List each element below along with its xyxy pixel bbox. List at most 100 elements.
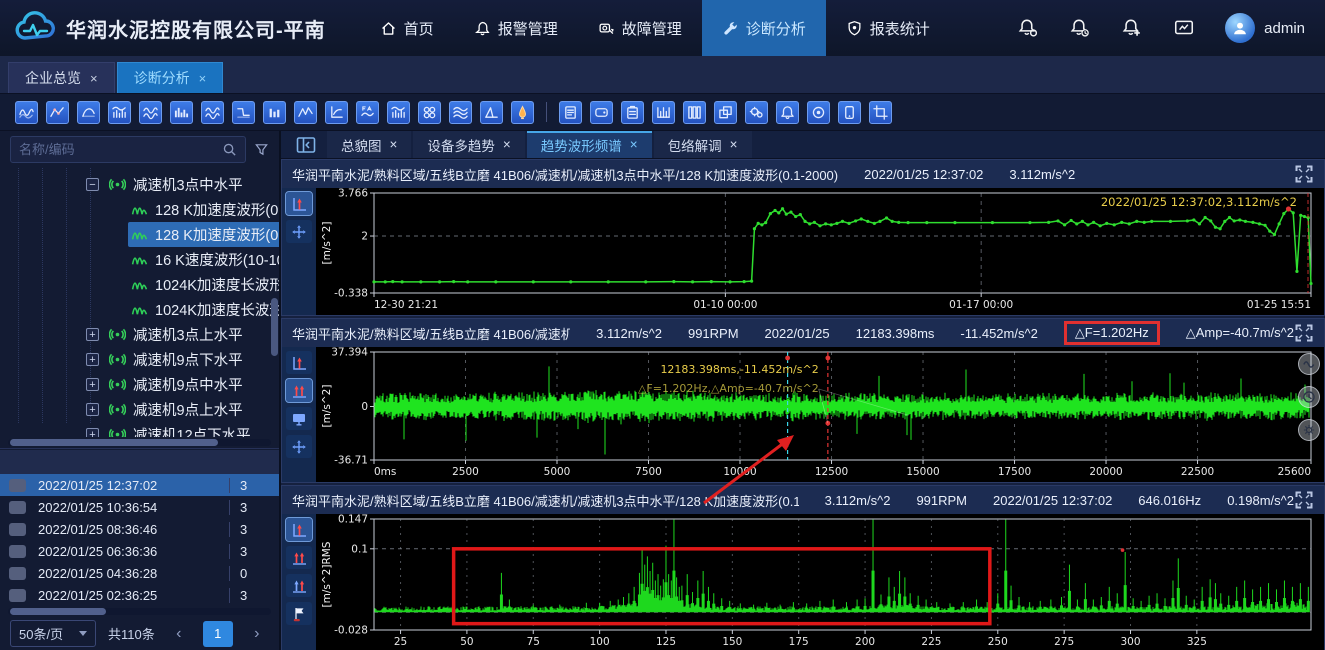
device-tool-icon[interactable] [838,101,861,124]
peak-tool-icon[interactable] [480,101,503,124]
workspace-tab-2[interactable]: 趋势波形频谱× [527,131,652,158]
crop-tool-icon[interactable] [869,101,892,124]
barwave-tool-icon[interactable] [108,101,131,124]
tree-node-5[interactable]: +减速机12点下水平 [0,422,279,437]
page-size-select[interactable]: 50条/页 [10,620,96,647]
doc-tool-icon[interactable] [559,101,582,124]
table-row[interactable]: 2022/01/25 06:36:363 [0,540,279,562]
search-input[interactable] [19,142,216,157]
nav-item-4[interactable]: 报表统计 [826,0,950,56]
nav-item-0[interactable]: 首页 [360,0,454,56]
tree-node-3[interactable]: +减速机9点中水平 [0,372,279,397]
expand-icon[interactable]: + [86,403,99,416]
flag-tool[interactable] [286,602,312,625]
nav-item-2[interactable]: 故障管理 [578,0,702,56]
expand-icon[interactable]: + [86,353,99,366]
layers-tool-icon[interactable] [714,101,737,124]
row-checkbox[interactable] [9,479,26,492]
tree-leaf-0-2[interactable]: 16 K速度波形(10-10 [0,247,279,272]
fawave-tool-icon[interactable] [356,101,379,124]
tree-h-scrollbar[interactable] [8,439,271,446]
move-tool[interactable] [286,220,312,243]
alarm-config-icon[interactable] [1017,17,1039,39]
barwave-tool-icon[interactable] [387,101,410,124]
waves-tool-icon[interactable] [201,101,224,124]
trendpts-tool-icon[interactable] [46,101,69,124]
filter-icon[interactable] [254,142,269,157]
prev-page-button[interactable]: ‹ [167,622,191,646]
fullscreen-icon[interactable] [1294,164,1314,184]
collapse-sidebar-icon[interactable] [296,135,316,155]
row-checkbox[interactable] [9,567,26,580]
tree-node-2[interactable]: +减速机9点下水平 [0,347,279,372]
double-arrow-tool[interactable] [286,379,312,402]
browser-tab-1[interactable]: 诊断分析× [117,62,224,93]
tree-leaf-0-1[interactable]: 128 K加速度波形(0. [0,222,279,247]
zigzag-tool-icon[interactable] [294,101,317,124]
expand-icon[interactable]: + [86,378,99,391]
bars-tool-icon[interactable] [263,101,286,124]
alarm-add-icon[interactable] [1121,17,1143,39]
tree-leaf-0-4[interactable]: 1024K加速度长波形 [0,297,279,322]
wave-icon[interactable] [1298,353,1320,375]
row-checkbox[interactable] [9,589,26,602]
columns-tool-icon[interactable] [683,101,706,124]
user-menu[interactable]: admin [1225,13,1305,43]
gear-icon[interactable] [1298,419,1320,441]
table-h-scrollbar[interactable] [8,608,271,615]
axis-arrow-tool[interactable] [286,518,312,541]
workspace-tab-3[interactable]: 包络解调× [654,131,752,158]
triwave-tool-icon[interactable] [449,101,472,124]
double-arrow2-tool[interactable] [286,574,312,597]
axis-arrow-tool[interactable] [286,192,312,215]
drive-tool-icon[interactable] [590,101,613,124]
fullscreen-icon[interactable] [1294,490,1314,510]
close-icon[interactable]: × [90,71,98,86]
nav-item-3[interactable]: 诊断分析 [702,0,826,56]
expand-icon[interactable]: + [86,328,99,341]
screen-tool[interactable] [286,407,312,430]
table-row[interactable]: 2022/01/25 08:36:463 [0,518,279,540]
tree-node-1[interactable]: +减速机3点上水平 [0,322,279,347]
quad-tool-icon[interactable] [418,101,441,124]
waves-tool-icon[interactable] [139,101,162,124]
target-tool-icon[interactable] [807,101,830,124]
tree-v-scrollbar[interactable] [271,298,278,356]
current-page-button[interactable]: 1 [203,621,233,647]
workspace-tab-0[interactable]: 总貌图× [327,131,411,158]
clock-icon[interactable] [1298,386,1320,408]
trend-chart[interactable]: 3.7662-0.338[m/s^2]12-30 21:2101-10 00:0… [316,188,1324,315]
tree-leaf-0-3[interactable]: 1024K加速度长波形 [0,272,279,297]
monitor-icon[interactable] [1173,17,1195,39]
close-icon[interactable]: × [199,71,207,86]
bell-tool-icon[interactable] [776,101,799,124]
close-icon[interactable]: × [390,137,398,152]
table-row[interactable]: 2022/01/25 10:36:543 [0,496,279,518]
histo-tool-icon[interactable] [170,101,193,124]
table-row[interactable]: 2022/01/25 02:36:253 [0,584,279,606]
search-box[interactable] [10,136,246,163]
table-row[interactable]: 2022/01/25 12:37:023 [0,474,279,496]
axis-arrow-tool[interactable] [286,351,312,374]
next-page-button[interactable]: › [245,622,269,646]
row-checkbox[interactable] [9,501,26,514]
tree-node-0[interactable]: −减速机3点中水平 [0,172,279,197]
comb-tool-icon[interactable] [652,101,675,124]
double-arrow-tool[interactable] [286,546,312,569]
dualwave-tool-icon[interactable] [15,101,38,124]
row-checkbox[interactable] [9,523,26,536]
search-icon[interactable] [222,142,237,157]
workspace-tab-1[interactable]: 设备多趋势× [413,131,524,158]
row-checkbox[interactable] [9,545,26,558]
tree-leaf-0-0[interactable]: 128 K加速度波形(0. [0,197,279,222]
close-icon[interactable]: × [503,137,511,152]
collapse-icon[interactable]: − [86,178,99,191]
brush-tool-icon[interactable] [511,101,534,124]
expand-icon[interactable]: + [86,428,99,437]
table-row[interactable]: 2022/01/25 04:36:280 [0,562,279,584]
close-icon[interactable]: × [630,137,638,152]
move-tool[interactable] [286,435,312,458]
cliff-tool-icon[interactable] [232,101,255,124]
fullscreen-icon[interactable] [1294,323,1314,343]
browser-tab-0[interactable]: 企业总览× [8,62,115,93]
